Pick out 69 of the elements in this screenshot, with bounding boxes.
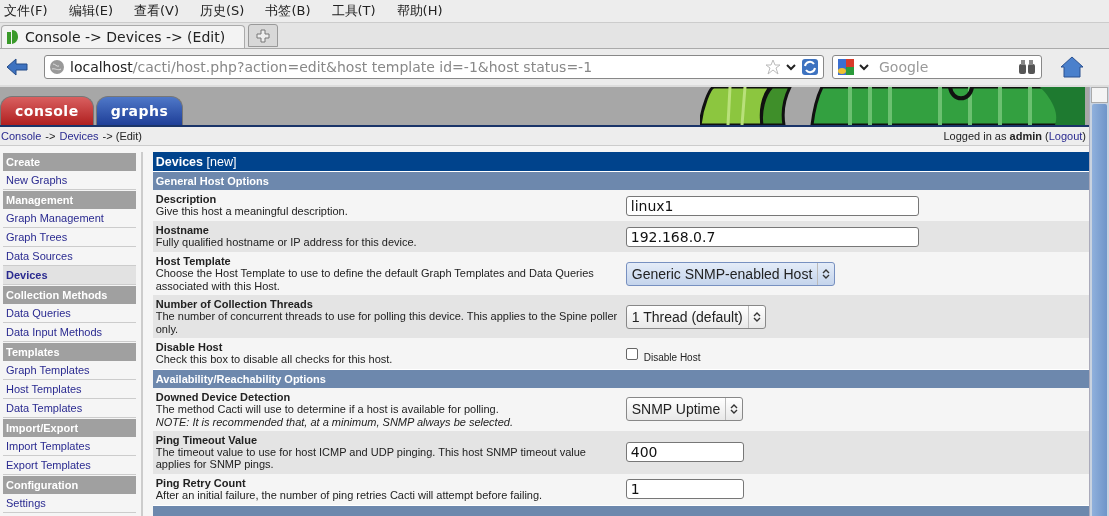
field-description: Give this host a meaningful description. <box>155 205 349 218</box>
updown-caret-icon <box>752 310 761 323</box>
search-engine-icon[interactable] <box>837 58 855 76</box>
star-icon[interactable] <box>765 59 781 75</box>
checkbox-label: Disable Host <box>643 352 701 363</box>
nav-tab[interactable]: graphs <box>95 96 184 125</box>
nav-tab[interactable]: console <box>0 96 94 125</box>
reload-icon[interactable] <box>801 58 819 76</box>
menu-item[interactable]: 历史(S) <box>200 2 253 20</box>
dropdown-caret-icon[interactable] <box>786 63 796 71</box>
sidebar-item[interactable]: Devices <box>3 266 136 285</box>
checkbox[interactable] <box>625 347 638 360</box>
field-note: NOTE: It is recommended that, at a minimum, SNMP always be selected. <box>155 415 514 428</box>
sidebar-header: Collection Methods <box>3 286 136 304</box>
field-description: Choose the Host Template to use to define the default Graph Templates and Data Queries associated with this Host. <box>155 267 595 292</box>
breadcrumb-separator: -> (Edit) <box>102 130 142 142</box>
field-description: The number of concurrent threads to use for polling this device. This applies to the Spine poller only. <box>155 310 619 335</box>
home-icon[interactable] <box>1060 56 1084 78</box>
binoculars-icon[interactable] <box>1018 59 1036 75</box>
menu-item[interactable]: 工具(T) <box>331 2 384 20</box>
menu-item[interactable]: 帮助(H) <box>396 2 451 20</box>
sidebar-header: Import/Export <box>3 419 136 437</box>
menu-item[interactable]: 文件(F) <box>4 2 56 20</box>
select-dropdown[interactable]: 1 Thread (default) <box>625 304 766 329</box>
login-status: Logged in as admin (Logout) <box>943 130 1086 142</box>
field-description: The method Cacti will use to determine if a host is available for polling. <box>155 403 500 416</box>
address-bar[interactable]: localhost/cacti/host.php?action=edit&host template id=-1&host status=-1 <box>44 55 824 79</box>
field-label: Ping Timeout Value <box>155 433 258 446</box>
globe-icon <box>49 59 65 75</box>
section-header: Availability/Reachability Options <box>152 370 1089 388</box>
menu-item[interactable]: 查看(V) <box>134 2 188 20</box>
field-label: Hostname <box>155 224 210 237</box>
field-description: The timeout value to use for host ICMP and UDP pinging. This host SNMP timeout value applies for SNMP pings. <box>155 445 587 471</box>
select-dropdown[interactable]: SNMP Uptime <box>625 397 744 422</box>
section-header: General Host Options <box>152 172 1089 190</box>
dropdown-caret-icon[interactable] <box>859 63 869 71</box>
panel-title: Devices [new] <box>152 152 1089 171</box>
updown-caret-icon <box>730 403 739 416</box>
field-label: Disable Host <box>155 341 224 354</box>
logout-link[interactable]: Logout <box>1048 130 1083 142</box>
field-label: Downed Device Detection <box>155 391 292 403</box>
number-field[interactable]: 1 <box>625 479 744 499</box>
field-label: Host Template <box>155 255 232 267</box>
plus-icon <box>256 28 270 43</box>
breadcrumb-link[interactable]: Devices <box>59 130 99 142</box>
field-label: Description <box>155 193 218 206</box>
favicon-icon <box>6 29 19 45</box>
menu-item[interactable]: 书签(B) <box>265 2 319 20</box>
text-field[interactable]: linux1 <box>625 195 919 216</box>
field-label: Ping Retry Count <box>155 476 247 489</box>
back-arrow-icon[interactable] <box>6 58 28 76</box>
field-description: Fully qualified hostname or IP address for this device. <box>155 236 418 249</box>
updown-caret-icon <box>822 267 831 280</box>
search-field[interactable]: Google <box>832 55 1042 79</box>
menu-item[interactable]: 编辑(E) <box>68 2 121 20</box>
number-field[interactable]: 400 <box>625 442 744 462</box>
sidebar-header: Management <box>3 191 136 209</box>
scrollbar[interactable] <box>1089 87 1109 516</box>
breadcrumb-separator: -> <box>45 130 56 142</box>
sidebar-header: Create <box>3 153 136 171</box>
sidebar-header: Configuration <box>3 476 136 494</box>
select-dropdown[interactable]: Generic SNMP-enabled Host <box>625 261 836 286</box>
browser-tab[interactable]: Console -> Devices -> (Edit) <box>1 25 245 48</box>
field-description: Check this box to disable all checks for this host. <box>155 353 394 366</box>
text-field[interactable]: 192.168.0.7 <box>625 226 919 247</box>
field-description: After an initial failure, the number of ping retries Cacti will attempt before failing. <box>155 488 544 502</box>
field-label: Number of Collection Threads <box>155 298 314 310</box>
sidebar-header: Templates <box>3 343 136 361</box>
breadcrumb-link[interactable]: Console <box>1 130 42 142</box>
